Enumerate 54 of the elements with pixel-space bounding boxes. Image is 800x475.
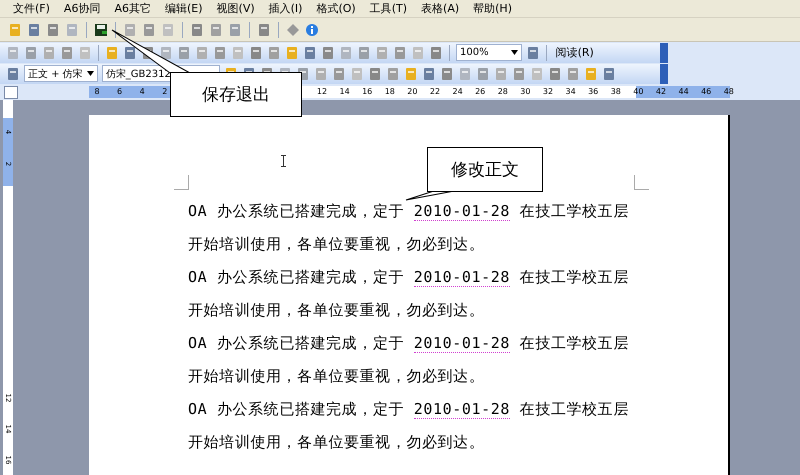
ruler-number: 32: [542, 86, 554, 98]
ruler-number: 30: [520, 86, 530, 98]
ruler-number: 40: [633, 86, 644, 98]
menu-item[interactable]: 编辑(E): [162, 1, 214, 16]
ruler-number: 22: [430, 86, 440, 98]
menu-item[interactable]: A6其它: [111, 1, 162, 16]
ruler-number: 38: [610, 86, 621, 98]
menu-item[interactable]: 表格(A): [418, 1, 470, 16]
ruler-number: 14: [340, 86, 350, 98]
ruler-number: 2: [162, 86, 168, 98]
document-text-line: 开始培训使用，各单位要重视，勿必到达。: [188, 234, 486, 255]
ruler-number: 36: [588, 86, 598, 98]
ruler-number: 42: [656, 86, 666, 98]
ruler-number: 4: [140, 86, 145, 98]
menu-item[interactable]: 工具(T): [366, 1, 418, 16]
menu-item[interactable]: 帮助(H): [470, 1, 523, 16]
document-text-line: 开始培训使用，各单位要重视，勿必到达。: [188, 300, 486, 321]
ruler-number: 28: [498, 86, 508, 98]
style-dropdown[interactable]: 正文 + 仿宋: [24, 65, 98, 82]
ruler-number: 18: [384, 86, 395, 98]
ruler-number: 26: [475, 86, 486, 98]
diamond-icon[interactable]: [286, 22, 300, 36]
callout-tooltip: 保存退出: [170, 72, 302, 117]
ruler-number: 48: [724, 86, 734, 98]
toolbar-icon[interactable]: [123, 46, 137, 60]
menu-item[interactable]: 文件(F): [10, 1, 61, 16]
document-text-line: 开始培训使用，各单位要重视，勿必到达。: [188, 366, 486, 387]
ruler-number: 20: [407, 86, 418, 98]
caret-icon: [86, 71, 94, 76]
menu-item[interactable]: 视图(V): [214, 1, 266, 16]
document-text-line: OA 办公系统已搭建完成，定于 2010-01-28 在技工学校五层: [188, 267, 630, 289]
menu-item[interactable]: A6协同: [60, 1, 112, 16]
ruler-number: 24: [452, 86, 463, 98]
ruler-number: 6: [117, 86, 122, 98]
document-text-line: 开始培训使用，各单位要重视，勿必到达。: [188, 432, 486, 453]
document-text-line: OA 办公系统已搭建完成，定于 2010-01-28 在技工学校五层: [188, 399, 630, 421]
document-text-line: OA 办公系统已搭建完成，定于 2010-01-28 在技工学校五层: [188, 201, 630, 223]
ruler-number: 34: [566, 86, 576, 98]
menu-item[interactable]: 插入(I): [266, 1, 314, 16]
ruler-number: 8: [94, 86, 100, 98]
toolbar-icon[interactable]: [159, 46, 173, 60]
info-icon[interactable]: [305, 22, 319, 36]
ruler-number: 16: [362, 86, 372, 98]
menu-item[interactable]: 格式(O): [313, 1, 367, 16]
document-text-line: OA 办公系统已搭建完成，定于 2010-01-28 在技工学校五层: [188, 333, 630, 355]
zoom-dropdown[interactable]: 100%: [456, 44, 522, 61]
caret-icon: [510, 50, 518, 55]
ruler-number: 46: [701, 86, 712, 98]
tab-selector[interactable]: [4, 86, 18, 98]
save-icon[interactable]: [94, 22, 108, 36]
ruler-number: 44: [678, 86, 689, 98]
text-cursor-icon: [280, 155, 287, 167]
ruler-number: 12: [316, 86, 328, 98]
read-button[interactable]: 阅读(R): [552, 44, 597, 61]
